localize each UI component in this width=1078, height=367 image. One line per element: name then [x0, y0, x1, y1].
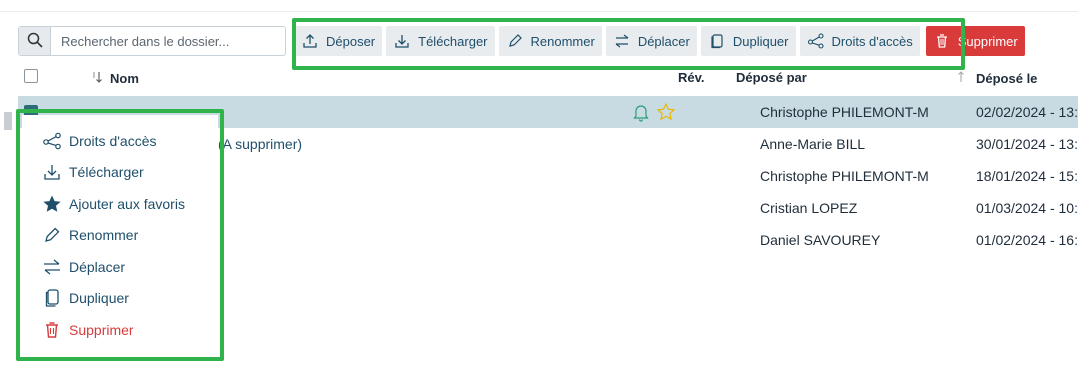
select-all-checkbox[interactable]: [24, 69, 38, 83]
share-icon: [42, 131, 62, 151]
delete-button[interactable]: Supprimer: [925, 26, 1025, 56]
menu-item-label: Télécharger: [69, 164, 144, 180]
context-menu: Droits d'accès Télécharger Ajouter aux f…: [22, 115, 218, 355]
row-deposited-date: 02/02/2024 - 13:11: [976, 104, 1078, 120]
download-icon: [393, 32, 411, 50]
move-label: Déplacer: [637, 33, 690, 49]
pencil-icon: [42, 225, 62, 245]
star-icon: [42, 194, 62, 214]
pencil-icon: [506, 32, 524, 50]
menu-item-label: Supprimer: [69, 322, 134, 338]
menu-item-label: Dupliquer: [69, 290, 129, 306]
row-deposited-by: Daniel SAVOUREY: [760, 232, 881, 248]
row-deposited-date: 18/01/2024 - 15:04: [976, 168, 1078, 184]
upload-label: Déposer: [326, 33, 376, 49]
duplicate-button[interactable]: Dupliquer: [700, 26, 796, 56]
move-arrows-icon: [613, 32, 631, 50]
move-arrows-icon: [42, 257, 62, 277]
row-deposited-by: Cristian LOPEZ: [760, 200, 858, 216]
row-deposited-date: 01/03/2024 - 10:45: [976, 200, 1078, 216]
menu-item-duplicate[interactable]: Dupliquer: [42, 288, 129, 308]
column-name-label: Nom: [110, 71, 139, 86]
download-label: Télécharger: [418, 33, 488, 49]
star-outline-icon[interactable]: [656, 102, 676, 125]
download-button[interactable]: Télécharger: [386, 26, 495, 56]
upload-icon: [301, 32, 319, 50]
trash-icon: [42, 320, 62, 340]
search-button[interactable]: [19, 27, 51, 55]
menu-item-add-favorite[interactable]: Ajouter aux favoris: [42, 194, 185, 214]
side-tab: [4, 112, 12, 130]
move-button[interactable]: Déplacer: [605, 26, 697, 56]
rename-button[interactable]: Renommer: [498, 26, 602, 56]
menu-item-label: Droits d'accès: [69, 133, 157, 149]
column-header-rev[interactable]: Rév.: [678, 70, 705, 85]
menu-item-label: Ajouter aux favoris: [69, 196, 185, 212]
rename-label: Renommer: [530, 33, 595, 49]
duplicate-icon: [708, 32, 726, 50]
column-header-name[interactable]: Nom: [90, 70, 139, 87]
column-date-label: Déposé le: [976, 71, 1038, 86]
sort-down-icon: [90, 70, 104, 87]
menu-item-access-rights[interactable]: Droits d'accès: [42, 131, 156, 151]
share-icon: [807, 32, 825, 50]
table-header: Nom Rév. Déposé par Déposé le: [18, 60, 1078, 94]
search-icon: [27, 32, 43, 51]
access-rights-label: Droits d'accès: [831, 33, 913, 49]
sort-up-icon: [956, 70, 970, 87]
menu-item-delete[interactable]: Supprimer: [42, 320, 134, 340]
upload-button[interactable]: Déposer: [294, 26, 383, 56]
trash-icon: [933, 32, 951, 50]
bell-icon[interactable]: [632, 102, 650, 125]
top-bar: [0, 0, 1078, 12]
access-rights-button[interactable]: Droits d'accès: [799, 26, 920, 56]
duplicate-icon: [42, 288, 62, 308]
column-header-date[interactable]: Déposé le: [956, 70, 1037, 87]
menu-item-label: Déplacer: [69, 259, 126, 275]
row-deposited-by: Christophe PHILEMONT-M: [760, 168, 929, 184]
download-icon: [42, 162, 62, 182]
toolbar: Déposer Télécharger Renommer Déplacer Du…: [294, 26, 1025, 56]
menu-item-download[interactable]: Télécharger: [42, 162, 144, 182]
search-input[interactable]: [51, 28, 285, 54]
row-deposited-date: 30/01/2024 - 13:51: [976, 136, 1078, 152]
menu-item-label: Renommer: [69, 227, 139, 243]
delete-label: Supprimer: [957, 33, 1018, 49]
column-header-by[interactable]: Déposé par: [736, 70, 807, 85]
row-deposited-by: Christophe PHILEMONT-M: [760, 104, 929, 120]
row-icons: [632, 102, 676, 125]
menu-item-rename[interactable]: Renommer: [42, 225, 138, 245]
row-deposited-date: 01/02/2024 - 16:12: [976, 232, 1078, 248]
row-name[interactable]: (A supprimer): [218, 136, 302, 152]
menu-item-move[interactable]: Déplacer: [42, 257, 125, 277]
duplicate-label: Dupliquer: [732, 33, 789, 49]
search-box: [18, 26, 286, 56]
row-deposited-by: Anne-Marie BILL: [760, 136, 866, 152]
